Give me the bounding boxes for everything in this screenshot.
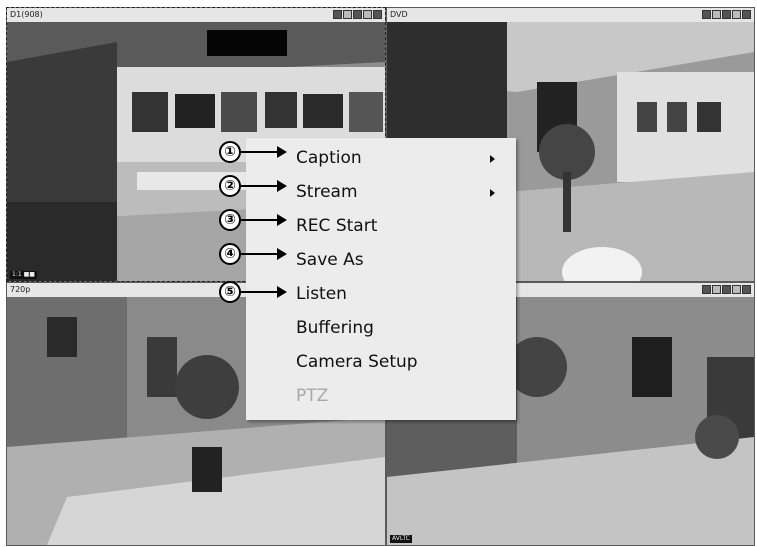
camera-4-record-icon[interactable] [712, 285, 721, 294]
camera-3-name: 720p [10, 285, 31, 294]
callout-arrow-icon [241, 219, 279, 221]
callout-arrow-icon [241, 291, 279, 293]
callout-1-number: ① [219, 141, 241, 163]
menu-item-camera-setup[interactable]: Camera Setup [246, 345, 516, 379]
callout-3-number: ③ [219, 209, 241, 231]
menu-item-buffering-label: Buffering [296, 318, 374, 338]
callout-arrowhead-icon [277, 180, 287, 192]
callout-arrow-icon [241, 253, 279, 255]
callout-arrowhead-icon [277, 214, 287, 226]
callout-4-number: ④ [219, 243, 241, 265]
callout-arrow-icon [241, 151, 279, 153]
camera-2-snapshot-icon[interactable] [702, 10, 711, 19]
menu-item-stream-label: Stream [296, 182, 358, 202]
camera-1-titlebar: D1(908) [7, 8, 385, 23]
callout-arrowhead-icon [277, 286, 287, 298]
callout-2-number: ② [219, 175, 241, 197]
camera-1-osd: 1:1 ■■ [10, 271, 37, 279]
camera-1-record-icon[interactable] [343, 10, 352, 19]
menu-item-save-as-label: Save As [296, 250, 364, 270]
callout-arrowhead-icon [277, 248, 287, 260]
camera-4-audio-icon[interactable] [722, 285, 731, 294]
camera-1-controls [333, 10, 382, 19]
camera-2-audio-icon[interactable] [722, 10, 731, 19]
menu-item-caption-label: Caption [296, 148, 362, 168]
video-wall: D1(908) 1:1 ■■ DVD 720p AVLTC Caption St… [0, 0, 757, 547]
camera-1-audio-icon[interactable] [353, 10, 362, 19]
camera-4-controls [702, 285, 751, 294]
menu-item-buffering[interactable]: Buffering [246, 311, 516, 345]
camera-1-snapshot-icon[interactable] [333, 10, 342, 19]
submenu-arrow-icon [490, 189, 495, 197]
camera-1-settings-icon[interactable] [363, 10, 372, 19]
camera-2-settings-icon[interactable] [732, 10, 741, 19]
menu-item-ptz-label: PTZ [296, 386, 329, 406]
camera-2-close-icon[interactable] [742, 10, 751, 19]
callout-5-number: ⑤ [219, 281, 241, 303]
menu-item-rec-start-label: REC Start [296, 216, 378, 236]
camera-1-close-icon[interactable] [373, 10, 382, 19]
camera-2-record-icon[interactable] [712, 10, 721, 19]
submenu-arrow-icon [490, 155, 495, 163]
camera-4-settings-icon[interactable] [732, 285, 741, 294]
camera-2-name: DVD [390, 10, 408, 19]
menu-item-listen-label: Listen [296, 284, 347, 304]
camera-4-osd: AVLTC [390, 535, 412, 543]
menu-item-camera-setup-label: Camera Setup [296, 352, 418, 372]
callout-arrowhead-icon [277, 146, 287, 158]
camera-2-titlebar: DVD [387, 8, 754, 23]
menu-item-ptz: PTZ [246, 379, 516, 413]
camera-2-controls [702, 10, 751, 19]
camera-4-close-icon[interactable] [742, 285, 751, 294]
camera-1-name: D1(908) [10, 10, 43, 19]
callout-arrow-icon [241, 185, 279, 187]
camera-4-snapshot-icon[interactable] [702, 285, 711, 294]
